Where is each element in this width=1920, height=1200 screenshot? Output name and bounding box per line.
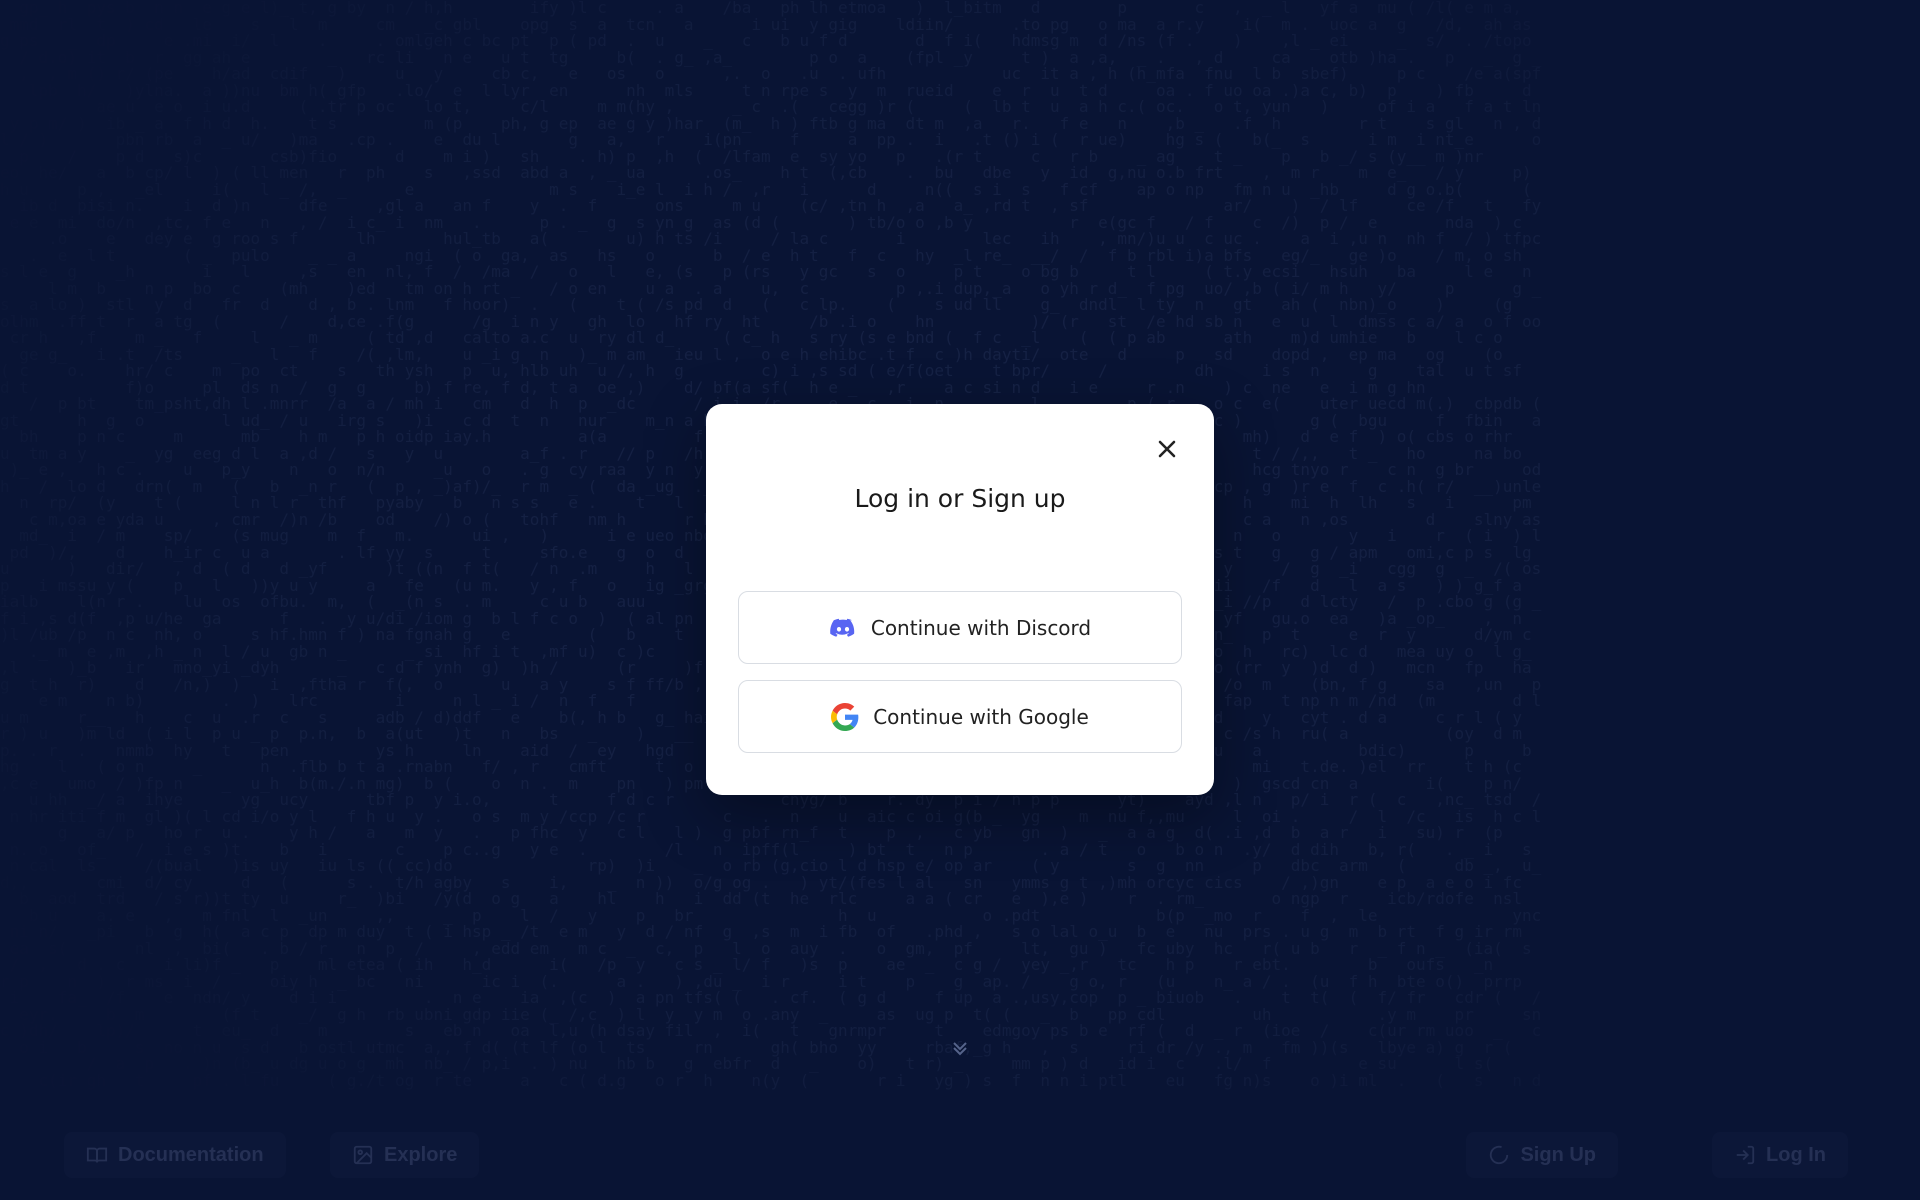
google-icon: [831, 702, 859, 731]
discord-button-label: Continue with Discord: [870, 615, 1092, 640]
close-button[interactable]: [1152, 434, 1182, 464]
login-modal: Log in or Sign up Continue with Discord …: [706, 404, 1214, 795]
google-button-label: Continue with Google: [873, 704, 1089, 729]
continue-with-discord-button[interactable]: Continue with Discord: [738, 591, 1182, 664]
discord-icon: [830, 618, 855, 637]
continue-with-google-button[interactable]: Continue with Google: [738, 680, 1182, 753]
page: gp_ h pys b n n e g e l)_ t, g by n / h,…: [0, 0, 1920, 1200]
modal-title: Log in or Sign up: [854, 484, 1066, 513]
chevron-down-icon[interactable]: [948, 1036, 972, 1060]
close-icon: [1158, 440, 1176, 458]
